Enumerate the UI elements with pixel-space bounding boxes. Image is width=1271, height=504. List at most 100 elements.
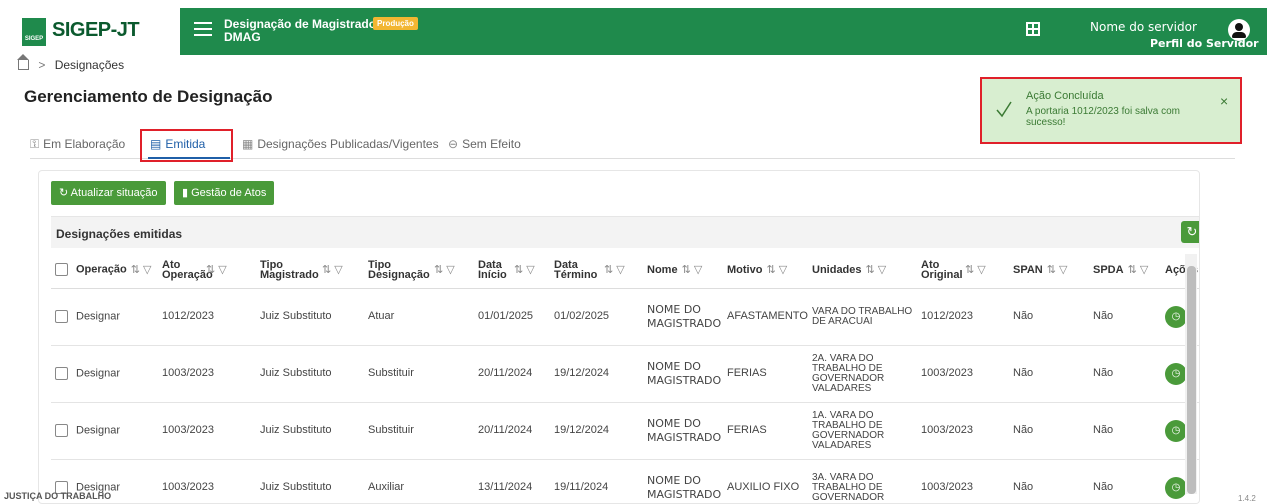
cell-ato: 1012/2023 — [158, 288, 256, 346]
cell-nome: NOME DO MAGISTRADO — [643, 345, 723, 403]
update-status-button[interactable]: ↻ Atualizar situação — [51, 181, 166, 205]
tab-sem-efeito[interactable]: ⊖ Sem Efeito — [448, 137, 521, 151]
app-version: 1.4.2 — [1238, 494, 1256, 503]
cell-span: Não — [1009, 459, 1089, 503]
tab-designacoes-publicadas[interactable]: ▦ Designações Publicadas/Vigentes — [242, 137, 439, 151]
row-checkbox[interactable] — [55, 310, 68, 323]
cell-unidades: VARA DO TRABALHO DE ARACUAI — [808, 288, 917, 346]
table-row[interactable]: Designar 1003/2023 Juiz Substituto Auxil… — [51, 459, 1199, 503]
apps-grid-icon[interactable] — [1026, 22, 1040, 36]
cell-data-termino: 19/11/2024 — [550, 459, 643, 503]
col-ato-operacao[interactable]: Ato Operação⇅ ▽ — [158, 252, 256, 289]
col-tipo-magistrado[interactable]: Tipo Magistrado ⇅ ▽ — [256, 252, 364, 289]
tab-label: Em Elaboração — [43, 137, 126, 151]
cell-ato-original: 1003/2023 — [917, 345, 1009, 403]
cell-tipo-designacao: Substituir — [364, 402, 474, 460]
cell-ato: 1003/2023 — [158, 345, 256, 403]
col-unidades[interactable]: Unidades ⇅ ▽ — [808, 252, 917, 289]
tab-label: Designações Publicadas/Vigentes — [257, 137, 439, 151]
cell-spda: Não — [1089, 402, 1161, 460]
cell-motivo: FERIAS — [723, 402, 808, 460]
logo-area: SIGEP SIGEP-JT — [0, 8, 180, 55]
table-header-row: Operação ⇅ ▽ Ato Operação⇅ ▽ Tipo Magistr… — [51, 252, 1199, 289]
tab-label: Sem Efeito — [462, 137, 521, 151]
col-tipo-designacao[interactable]: Tipo Designação ⇅ ▽ — [364, 252, 474, 289]
col-span[interactable]: SPAN ⇅ ▽ — [1009, 252, 1089, 289]
user-edit-icon: ⚿ — [30, 137, 40, 151]
history-action-icon[interactable]: ◷ — [1165, 476, 1187, 499]
col-data-termino[interactable]: Data Término ⇅ ▽ — [550, 252, 643, 289]
cell-tipo-magistrado: Juiz Substituto — [256, 288, 364, 346]
acts-management-label: Gestão de Atos — [191, 187, 267, 199]
cell-tipo-magistrado: Juiz Substituto — [256, 459, 364, 503]
sort-filter-icon[interactable]: ⇅ ▽ — [866, 264, 887, 276]
row-checkbox[interactable] — [55, 424, 68, 437]
user-avatar-icon[interactable] — [1228, 19, 1250, 41]
col-nome[interactable]: Nome ⇅ ▽ — [643, 252, 723, 289]
sort-filter-icon[interactable]: ⇅ ▽ — [131, 264, 152, 276]
emitted-designations-section: Designações emitidas ↻ Operação ⇅ ▽ Ato O… — [51, 216, 1199, 503]
sort-filter-icon[interactable]: ⇅ ▽ — [965, 264, 986, 276]
cell-nome: NOME DO MAGISTRADO — [643, 459, 723, 503]
table-row[interactable]: Designar 1012/2023 Juiz Substituto Atuar… — [51, 288, 1199, 346]
cell-unidades: 1A. VARA DO TRABALHO DE GOVERNADOR VALAD… — [808, 402, 917, 460]
sort-filter-icon[interactable]: ⇅ ▽ — [766, 264, 787, 276]
history-action-icon[interactable]: ◷ — [1165, 362, 1187, 385]
sort-filter-icon[interactable]: ⇅ ▽ — [514, 264, 535, 276]
sort-filter-icon[interactable]: ⇅ ▽ — [322, 264, 343, 276]
cell-operacao: Designar — [51, 345, 158, 403]
cell-ato-original: 1003/2023 — [917, 402, 1009, 460]
tab-highlight-box — [140, 129, 233, 162]
check-icon — [996, 101, 1012, 118]
sort-filter-icon[interactable]: ⇅ ▽ — [682, 264, 703, 276]
history-action-icon[interactable]: ◷ — [1165, 305, 1187, 328]
cell-tipo-designacao: Atuar — [364, 288, 474, 346]
top-bar: SIGEP SIGEP-JT Designação de Magistrados… — [0, 0, 1271, 55]
cell-motivo: AUXILIO FIXO — [723, 459, 808, 503]
col-motivo[interactable]: Motivo ⇅ ▽ — [723, 252, 808, 289]
designations-panel: ↻ Atualizar situação ▮ Gestão de Atos De… — [38, 170, 1200, 504]
close-icon[interactable]: × — [1220, 93, 1228, 109]
hamburger-menu-icon[interactable] — [194, 22, 212, 36]
sort-filter-icon[interactable]: ⇅ ▽ — [206, 264, 227, 276]
cell-ato-original: 1012/2023 — [917, 288, 1009, 346]
cell-data-termino: 19/12/2024 — [550, 402, 643, 460]
sort-filter-icon[interactable]: ⇅ ▽ — [604, 264, 625, 276]
tab-em-elaboracao[interactable]: ⚿ Em Elaboração — [30, 137, 125, 152]
sigep-logo-icon: SIGEP — [22, 18, 46, 46]
breadcrumb: > Designações — [17, 54, 125, 72]
cell-tipo-designacao: Auxiliar — [364, 459, 474, 503]
cell-data-inicio: 20/11/2024 — [474, 345, 550, 403]
cell-data-inicio: 01/01/2025 — [474, 288, 550, 346]
cell-unidades: 2A. VARA DO TRABALHO DE GOVERNADOR VALAD… — [808, 345, 917, 403]
col-operacao[interactable]: Operação ⇅ ▽ — [51, 252, 158, 289]
cell-data-termino: 01/02/2025 — [550, 288, 643, 346]
update-status-label: Atualizar situação — [70, 187, 158, 199]
acts-management-button[interactable]: ▮ Gestão de Atos — [174, 181, 275, 205]
sort-filter-icon[interactable]: ⇅ ▽ — [434, 264, 455, 276]
sort-filter-icon[interactable]: ⇅ ▽ — [1128, 264, 1149, 276]
app-title: Designação de Magistrados DMAG — [224, 18, 383, 44]
select-all-checkbox[interactable] — [55, 263, 68, 277]
table-row[interactable]: Designar 1003/2023 Juiz Substituto Subst… — [51, 402, 1199, 460]
cell-tipo-magistrado: Juiz Substituto — [256, 345, 364, 403]
col-ato-original[interactable]: Ato Original ⇅ ▽ — [917, 252, 1009, 289]
logo-text: SIGEP-JT — [52, 19, 140, 41]
home-icon[interactable] — [17, 54, 29, 70]
user-name[interactable]: Nome do servidor — [1090, 20, 1197, 34]
table-refresh-button[interactable]: ↻ — [1181, 221, 1199, 243]
cell-tipo-magistrado: Juiz Substituto — [256, 402, 364, 460]
table-scroll-thumb[interactable] — [1187, 266, 1196, 494]
col-spda[interactable]: SPDA ⇅ ▽ — [1089, 252, 1161, 289]
col-data-inicio[interactable]: Data Início ⇅ ▽ — [474, 252, 550, 289]
designations-table: Operação ⇅ ▽ Ato Operação⇅ ▽ Tipo Magistr… — [51, 252, 1199, 503]
breadcrumb-current: Designações — [54, 58, 125, 72]
cell-spda: Não — [1089, 288, 1161, 346]
table-row[interactable]: Designar 1003/2023 Juiz Substituto Subst… — [51, 345, 1199, 403]
cell-nome: NOME DO MAGISTRADO — [643, 402, 723, 460]
minus-circle-icon: ⊖ — [448, 137, 459, 151]
row-checkbox[interactable] — [55, 367, 68, 380]
history-action-icon[interactable]: ◷ — [1165, 419, 1187, 442]
cell-data-termino: 19/12/2024 — [550, 345, 643, 403]
sort-filter-icon[interactable]: ⇅ ▽ — [1047, 264, 1068, 276]
